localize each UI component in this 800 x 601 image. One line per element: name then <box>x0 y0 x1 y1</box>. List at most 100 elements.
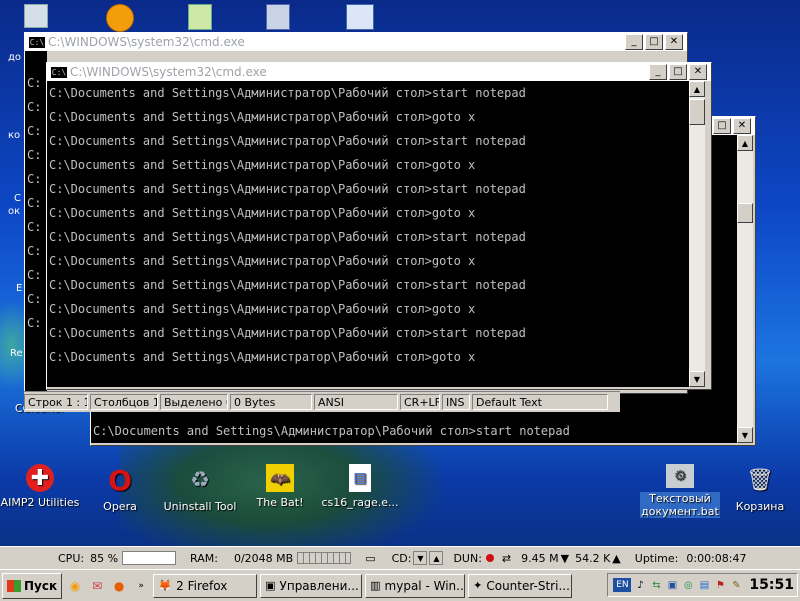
opera-icon-item[interactable]: O Opera <box>80 464 160 514</box>
cpu-value: 85 % <box>90 551 119 565</box>
cd-down-icon[interactable]: ▼ <box>413 551 428 565</box>
status-bytes: 0 Bytes <box>230 394 312 410</box>
minimize-icon[interactable]: _ <box>649 64 667 80</box>
task-label: Управлени... <box>279 578 359 593</box>
cpu-label: CPU: <box>58 551 85 565</box>
console-output[interactable]: C: C: C: C: C: C: C: C: C: C: C: <box>25 51 47 391</box>
scroll-up-icon[interactable]: ▲ <box>689 81 705 97</box>
system-tray: EN ♪ ⇆ ▣ ◎ ▤ ⚑ ✎ 15:51 <box>607 573 798 597</box>
chevron-right-icon[interactable]: » <box>132 577 150 595</box>
task-app-icon: ▥ <box>370 579 381 592</box>
cd-eject-icon[interactable]: ▲ <box>429 551 444 565</box>
maximize-icon[interactable]: □ <box>669 64 687 80</box>
network-tray-icon[interactable]: ⇆ <box>649 578 663 592</box>
tools-tray-icon[interactable]: ✎ <box>729 578 743 592</box>
console-line: C:\Documents and Settings\Администратор\… <box>49 302 476 316</box>
volume-icon[interactable]: ♪ <box>633 578 647 592</box>
console-icon: C:\ <box>29 36 45 48</box>
taskbar-task-button[interactable]: ✦ Counter-Stri... <box>468 573 573 598</box>
scroll-down-icon[interactable]: ▼ <box>737 427 753 443</box>
close-icon[interactable]: ✕ <box>689 64 707 80</box>
maximize-icon[interactable]: □ <box>645 34 663 50</box>
cmd-window-front[interactable]: C:\ C:\WINDOWS\system32\cmd.exe _ □ ✕ C:… <box>46 62 712 390</box>
status-encoding: ANSI <box>314 394 398 410</box>
down-arrow-icon: ▼ <box>560 551 570 565</box>
console-line: C:\Documents and Settings\Администратор\… <box>49 182 526 196</box>
scroll-thumb[interactable] <box>737 203 753 223</box>
console-line: C:\Documents and Settings\Администратор\… <box>49 326 526 340</box>
notepad-status-bar: Строк 1 : 1 Столбцов 1 Выделено 0 0 Byte… <box>24 391 620 412</box>
display-tray-icon[interactable]: ▣ <box>665 578 679 592</box>
scroll-thumb[interactable] <box>689 99 705 125</box>
uninstall-tool-icon-item[interactable]: ♻ Uninstall Tool <box>160 464 240 514</box>
console-line: C:\Documents and Settings\Администратор\… <box>49 254 476 268</box>
ram-value: 0/2048 MB <box>233 551 294 565</box>
console-output[interactable]: C:\Documents and Settings\Администратор\… <box>47 81 689 387</box>
cpu-graph <box>122 551 177 565</box>
console-line-fragment: C: <box>27 244 42 258</box>
icon-label: AIMP2 Utilities <box>0 496 80 509</box>
desktop-icon-top[interactable] <box>346 4 374 30</box>
task-app-icon: ✦ <box>473 579 483 592</box>
desktop-icon-top[interactable] <box>24 4 48 28</box>
console-line: C:\Documents and Settings\Администратор\… <box>49 230 526 244</box>
network-icon: ⇄ <box>501 551 512 565</box>
maximize-icon[interactable]: □ <box>713 118 731 134</box>
title-bar[interactable]: C:\ C:\WINDOWS\system32\cmd.exe _ □ ✕ <box>25 33 687 51</box>
console-line-fragment: C: <box>27 316 42 330</box>
status-columns: Столбцов 1 <box>90 394 158 410</box>
left-edge-label: С <box>14 193 21 204</box>
download-rate: 9.45 M <box>521 551 559 565</box>
taskbar-task-button[interactable]: ▣ Управлени... <box>260 573 363 598</box>
console-line-fragment: C: <box>27 292 42 306</box>
console-line-fragment: C: <box>27 148 42 162</box>
minimize-icon[interactable]: _ <box>625 34 643 50</box>
plus-icon: ✚ <box>26 464 54 492</box>
mail-quicklaunch-icon[interactable]: ✉ <box>88 577 106 595</box>
bat-icon: 🦇 <box>266 464 294 492</box>
left-edge-label: ок <box>8 206 21 217</box>
upload-rate: 54.2 K <box>575 551 611 565</box>
dun-status-icon <box>485 554 494 562</box>
lang-indicator[interactable]: EN <box>613 578 632 592</box>
task-app-icon: 🦊 <box>158 579 172 592</box>
document-icon: ▤ <box>349 464 371 492</box>
aimp-quicklaunch-icon[interactable]: ◉ <box>66 577 84 595</box>
close-icon[interactable]: ✕ <box>733 118 751 134</box>
console-line-fragment: C: <box>27 220 42 234</box>
scrollbar[interactable]: ▲ ▼ <box>737 135 753 443</box>
start-button[interactable]: Пуск <box>2 572 63 599</box>
firefox-quicklaunch-icon[interactable]: ● <box>110 577 128 595</box>
scroll-up-icon[interactable]: ▲ <box>737 135 753 151</box>
console-line: C:\Documents and Settings\Администратор\… <box>49 86 526 100</box>
recycle-bin-icon-item[interactable]: 🗑 Корзина <box>720 464 800 514</box>
update-tray-icon[interactable]: ◎ <box>681 578 695 592</box>
desktop-icon-top[interactable] <box>188 4 212 30</box>
taskbar-task-button[interactable]: 🦊 2 Firefox <box>153 573 258 598</box>
aimp2-utilities-icon-item[interactable]: ✚ AIMP2 Utilities <box>0 464 80 509</box>
desktop-icon-top[interactable] <box>266 4 290 30</box>
left-edge-label: до <box>8 52 22 63</box>
recycle-bin-tool-icon: ♻ <box>190 467 210 493</box>
up-arrow-icon: ▲ <box>612 551 621 565</box>
taskbar-task-button[interactable]: ▥ mypal - Win... <box>365 573 466 598</box>
cd-label: CD: <box>391 551 412 565</box>
clock[interactable]: 15:51 <box>749 577 794 593</box>
the-bat-icon-item[interactable]: 🦇 The Bat! <box>240 464 320 509</box>
close-icon[interactable]: ✕ <box>665 34 683 50</box>
scrollbar[interactable]: ▲ ▼ <box>689 81 705 387</box>
ram-graph <box>297 552 352 564</box>
windows-logo-icon <box>7 579 21 592</box>
flag-tray-icon[interactable]: ⚑ <box>713 578 727 592</box>
security-tray-icon[interactable]: ▤ <box>697 578 711 592</box>
scroll-down-icon[interactable]: ▼ <box>689 371 705 387</box>
icon-label: Opera <box>103 500 137 513</box>
cs16-rage-icon-item[interactable]: ▤ cs16_rage.e... <box>320 464 400 509</box>
status-row-col: Строк 1 : 1 <box>24 394 88 410</box>
uptime-label: Uptime: <box>634 551 679 565</box>
trash-icon: 🗑 <box>746 467 774 493</box>
left-edge-label: Е <box>16 283 23 294</box>
text-document-bat-icon-item[interactable]: ⚙ Текстовый документ.bat <box>640 464 720 518</box>
aimp-icon[interactable] <box>106 4 134 32</box>
title-bar[interactable]: C:\ C:\WINDOWS\system32\cmd.exe _ □ ✕ <box>47 63 711 81</box>
